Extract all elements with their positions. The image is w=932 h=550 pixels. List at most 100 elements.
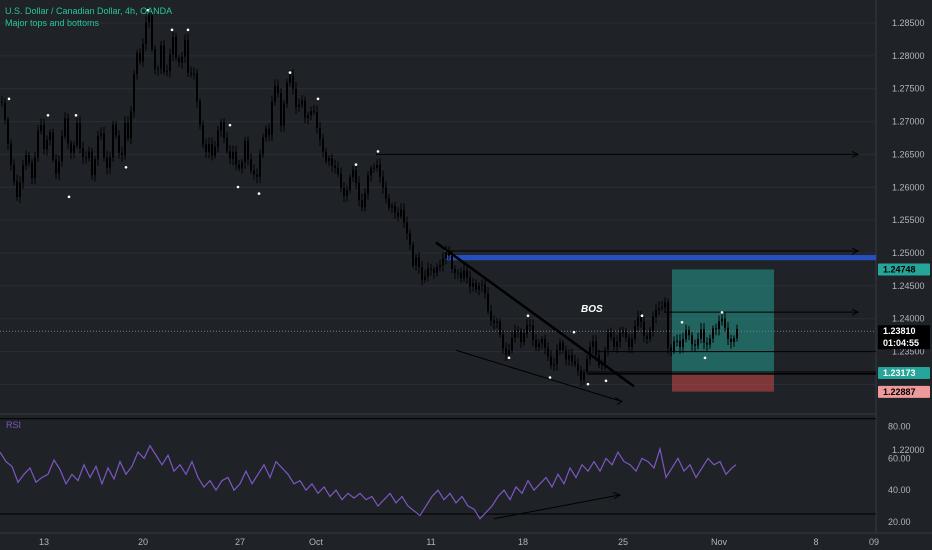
candle-body	[10, 143, 12, 165]
candle-body	[262, 137, 264, 155]
candle-body	[613, 337, 615, 347]
candle-body	[460, 272, 462, 279]
candle-body	[607, 332, 609, 350]
candle-body	[331, 158, 333, 166]
candle-body	[124, 122, 126, 156]
candle-body	[190, 72, 192, 74]
candle-body	[343, 187, 345, 196]
swing-bottom-marker	[507, 356, 511, 360]
candle-body	[289, 75, 291, 83]
candle-body	[571, 355, 573, 362]
candle-body	[367, 175, 369, 194]
candle-body	[28, 155, 30, 163]
candle-body	[121, 152, 123, 156]
candle-body	[628, 337, 630, 348]
price-tick-label: 1.28500	[892, 18, 925, 28]
candle-body	[61, 136, 63, 162]
bar-countdown: 01:04:55	[883, 338, 919, 348]
time-tick-label: 18	[518, 537, 528, 547]
candle-body	[76, 123, 78, 146]
candle-body	[415, 257, 417, 266]
price-tick-label: 1.27500	[892, 84, 925, 94]
swing-bottom-marker	[257, 192, 261, 195]
candle-body	[193, 73, 195, 75]
candle-body	[466, 270, 468, 278]
time-tick-label: 20	[138, 537, 148, 547]
candle-body	[637, 317, 639, 327]
candle-body	[436, 266, 438, 273]
candle-body	[358, 182, 360, 201]
candle-body	[565, 350, 567, 360]
candle-body	[562, 342, 564, 351]
candle-body	[64, 117, 66, 137]
candle-body	[397, 212, 399, 217]
candle-body	[712, 328, 714, 339]
candle-body	[703, 329, 705, 343]
candle-body	[502, 334, 504, 349]
candle-body	[412, 244, 414, 266]
candle-body	[631, 339, 633, 348]
time-tick-label: 27	[235, 537, 245, 547]
candle-body	[733, 338, 735, 342]
candle-body	[700, 329, 702, 339]
candle-body	[58, 161, 60, 174]
candle-body	[202, 124, 204, 145]
candle-body	[142, 44, 144, 62]
candle-body	[172, 37, 174, 55]
candle-body	[610, 332, 612, 338]
candle-body	[493, 320, 495, 323]
swing-top-marker	[526, 314, 530, 318]
symbol-title[interactable]: U.S. Dollar / Canadian Dollar, 4h, OANDA	[5, 5, 172, 17]
candle-body	[91, 151, 93, 176]
candle-body	[481, 284, 483, 286]
price-tick-label: 1.25000	[892, 248, 925, 258]
candle-body	[538, 343, 540, 348]
candle-body	[355, 170, 357, 183]
candle-body	[136, 53, 138, 75]
candle-body	[595, 341, 597, 356]
candle-body	[43, 125, 45, 150]
candle-body	[484, 284, 486, 294]
indicator-label[interactable]: Major tops and bottoms	[5, 17, 172, 29]
candle-body	[205, 144, 207, 152]
candle-body	[364, 193, 366, 208]
candle-body	[478, 285, 480, 290]
candle-body	[661, 307, 663, 309]
candle-body	[154, 49, 156, 70]
candle-body	[208, 143, 210, 152]
candle-body	[157, 68, 159, 70]
candle-body	[79, 123, 81, 149]
candle-body	[7, 119, 9, 144]
candle-body	[316, 112, 318, 129]
candle-body	[688, 330, 690, 336]
candle-body	[403, 209, 405, 223]
swing-top-marker	[7, 97, 11, 101]
candle-body	[667, 302, 669, 348]
candle-body	[736, 328, 738, 339]
price-tag-value: 1.22887	[883, 387, 916, 397]
candle-body	[214, 146, 216, 156]
chart-canvas[interactable]: BOS RSI 1.220001.235001.240001.245001.25…	[0, 0, 932, 550]
candle-body	[292, 75, 294, 89]
candle-body	[385, 187, 387, 199]
candle-body	[418, 257, 420, 268]
swing-bottom-marker	[604, 379, 608, 383]
candle-body	[430, 268, 432, 270]
candle-body	[247, 140, 249, 160]
candle-body	[280, 93, 282, 126]
candle-body	[340, 173, 342, 188]
candle-body	[532, 325, 534, 340]
time-tick-label: 11	[426, 537, 435, 547]
candle-body	[622, 331, 624, 333]
candle-body	[46, 139, 48, 150]
candle-body	[88, 151, 90, 158]
candle-body	[547, 347, 549, 357]
candle-body	[439, 265, 441, 267]
swing-top-marker	[288, 71, 292, 74]
candle-body	[724, 318, 726, 328]
price-tick-label: 1.26000	[892, 182, 925, 192]
candle-body	[544, 338, 546, 348]
time-tick-label: 09	[869, 537, 879, 547]
candle-body	[334, 165, 336, 168]
candle-body	[376, 164, 378, 168]
